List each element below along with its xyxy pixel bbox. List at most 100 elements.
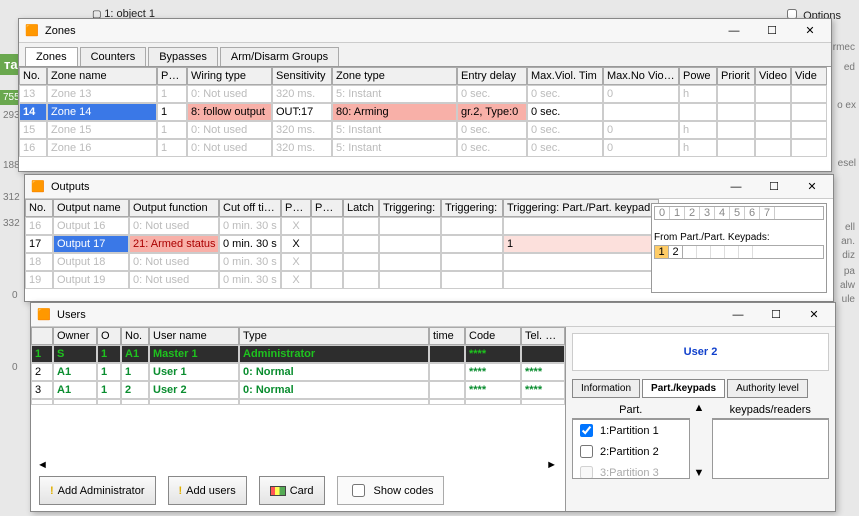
output-cell[interactable]: Output 16 <box>53 217 129 235</box>
output-cell[interactable] <box>343 271 379 289</box>
user-cell[interactable]: **** <box>465 381 521 399</box>
zone-cell[interactable]: 0 sec. <box>457 85 527 103</box>
zone-cell[interactable]: 0 <box>603 121 679 139</box>
column-header[interactable]: Triggering: <box>441 199 503 217</box>
tab-counters[interactable]: Counters <box>80 47 147 66</box>
user-cell[interactable]: 1 <box>97 381 121 399</box>
partition-item[interactable]: 1:Partition 1 <box>573 420 689 441</box>
zone-cell[interactable]: 5: Instant <box>332 121 457 139</box>
maximize-button[interactable]: ☐ <box>759 178 789 196</box>
output-cell[interactable] <box>311 235 343 253</box>
subtab-part-keypads[interactable]: Part./keypads <box>642 379 725 398</box>
tab-bypasses[interactable]: Bypasses <box>148 47 218 66</box>
close-button[interactable]: ✕ <box>799 306 829 324</box>
subtab-information[interactable]: Information <box>572 379 640 398</box>
user-cell[interactable]: **** <box>521 363 565 381</box>
column-header[interactable]: Tel. cod <box>521 327 565 345</box>
zone-cell[interactable]: 1 <box>157 139 187 157</box>
column-header[interactable]: Output function <box>129 199 219 217</box>
zone-cell[interactable]: h <box>679 139 717 157</box>
column-header[interactable]: Powe <box>679 67 717 85</box>
zone-cell[interactable]: 1 <box>157 103 187 121</box>
user-cell[interactable]: **** <box>521 381 565 399</box>
column-header[interactable]: Vide <box>791 67 827 85</box>
column-header[interactable]: Max.Viol. Tim <box>527 67 603 85</box>
user-cell[interactable]: **** <box>465 345 521 363</box>
zone-cell[interactable]: 1 <box>157 85 187 103</box>
column-header[interactable]: Code <box>465 327 521 345</box>
partition-checkbox[interactable] <box>580 424 593 437</box>
user-cell[interactable]: 2 <box>31 363 53 381</box>
zone-cell[interactable]: 0: Not used <box>187 139 272 157</box>
output-cell[interactable] <box>379 253 441 271</box>
output-cell[interactable] <box>379 217 441 235</box>
zone-cell[interactable] <box>791 85 827 103</box>
output-cell[interactable]: 0 min. 30 s <box>219 271 281 289</box>
output-cell[interactable] <box>379 235 441 253</box>
zone-cell[interactable]: 80: Arming <box>332 103 457 121</box>
zone-cell[interactable]: Zone 16 <box>47 139 157 157</box>
column-header[interactable] <box>31 327 53 345</box>
column-header[interactable]: Priorit <box>717 67 755 85</box>
output-cell[interactable]: 18 <box>25 253 53 271</box>
users-titlebar[interactable]: 🟧 Users — ☐ ✕ <box>31 303 835 327</box>
user-cell[interactable]: 0: Normal <box>239 363 429 381</box>
digit-cell[interactable]: 6 <box>745 207 760 219</box>
user-cell[interactable]: 1 <box>31 345 53 363</box>
user-cell[interactable]: A1 <box>53 381 97 399</box>
scroll-left-icon[interactable]: ◄ <box>37 459 48 471</box>
output-cell[interactable] <box>503 271 659 289</box>
zone-cell[interactable]: 320 ms. <box>272 139 332 157</box>
add-administrator-button[interactable]: !Add Administrator <box>39 476 156 505</box>
zone-cell[interactable]: 13 <box>19 85 47 103</box>
digit-cell[interactable]: 3 <box>700 207 715 219</box>
user-cell[interactable]: 1 <box>97 345 121 363</box>
user-cell[interactable]: User 1 <box>149 363 239 381</box>
output-cell[interactable]: X <box>281 235 311 253</box>
output-cell[interactable] <box>343 217 379 235</box>
zone-cell[interactable]: 16 <box>19 139 47 157</box>
user-cell[interactable] <box>429 381 465 399</box>
column-header[interactable]: time <box>429 327 465 345</box>
zone-cell[interactable]: OUT:17 <box>272 103 332 121</box>
user-cell[interactable]: 1 <box>121 363 149 381</box>
output-cell[interactable]: Output 18 <box>53 253 129 271</box>
column-header[interactable]: Puls. <box>311 199 343 217</box>
column-header[interactable]: Part. <box>157 67 187 85</box>
column-header[interactable]: No. <box>19 67 47 85</box>
zone-cell[interactable]: 0 <box>603 139 679 157</box>
column-header[interactable]: Wiring type <box>187 67 272 85</box>
output-cell[interactable] <box>311 253 343 271</box>
user-cell[interactable]: Administrator <box>239 345 429 363</box>
column-header[interactable]: Max.No Viol.Tim <box>603 67 679 85</box>
column-header[interactable]: No. <box>25 199 53 217</box>
output-cell[interactable] <box>503 217 659 235</box>
digit-cell[interactable]: 7 <box>760 207 775 219</box>
add-users-button[interactable]: !Add users <box>168 476 247 505</box>
output-cell[interactable]: Output 19 <box>53 271 129 289</box>
column-header[interactable]: Output name <box>53 199 129 217</box>
output-cell[interactable]: 17 <box>25 235 53 253</box>
column-header[interactable]: Entry delay <box>457 67 527 85</box>
output-cell[interactable]: 0: Not used <box>129 217 219 235</box>
zone-cell[interactable] <box>717 103 755 121</box>
zone-cell[interactable] <box>791 139 827 157</box>
column-header[interactable]: Zone name <box>47 67 157 85</box>
tab-zones[interactable]: Zones <box>25 47 78 66</box>
zone-cell[interactable] <box>791 103 827 121</box>
close-button[interactable]: ✕ <box>795 22 825 40</box>
subtab-authority[interactable]: Authority level <box>727 379 808 398</box>
zone-cell[interactable] <box>755 139 791 157</box>
output-cell[interactable]: 0: Not used <box>129 253 219 271</box>
zone-cell[interactable]: 0 sec. <box>527 103 603 121</box>
user-cell[interactable]: 1 <box>97 363 121 381</box>
user-cell[interactable]: **** <box>465 363 521 381</box>
zone-cell[interactable] <box>755 103 791 121</box>
maximize-button[interactable]: ☐ <box>757 22 787 40</box>
user-cell[interactable] <box>429 345 465 363</box>
output-cell[interactable]: 0 min. 30 s <box>219 235 281 253</box>
output-cell[interactable] <box>311 217 343 235</box>
zone-cell[interactable]: 8: follow output <box>187 103 272 121</box>
zone-cell[interactable]: Zone 13 <box>47 85 157 103</box>
scroll-right-icon[interactable]: ► <box>546 459 557 471</box>
